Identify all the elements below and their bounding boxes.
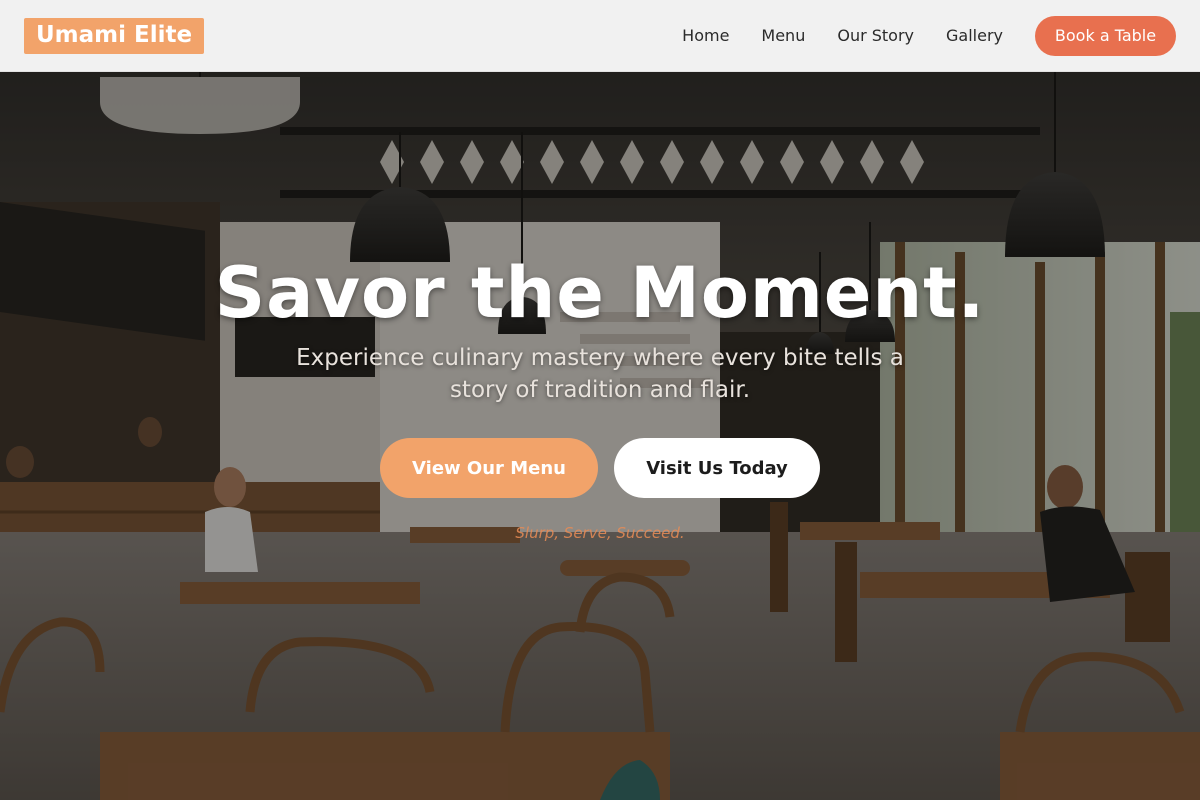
nav-link-our-story[interactable]: Our Story <box>837 26 914 45</box>
brand-logo[interactable]: Umami Elite <box>24 17 205 54</box>
hero-cta-group: View Our Menu Visit Us Today <box>0 438 1200 498</box>
view-menu-button[interactable]: View Our Menu <box>380 438 598 498</box>
main-nav: Home Menu Our Story Gallery Book a Table <box>682 15 1176 56</box>
hero-subtitle: Experience culinary mastery where every … <box>296 345 904 403</box>
book-table-button[interactable]: Book a Table <box>1035 15 1176 56</box>
hero-tagline: Slurp, Serve, Succeed. <box>515 524 685 542</box>
hero-section: Savor the Moment. Experience culinary ma… <box>0 72 1200 800</box>
nav-link-menu[interactable]: Menu <box>761 26 805 45</box>
hero-headline: Savor the Moment. <box>214 252 986 334</box>
nav-link-gallery[interactable]: Gallery <box>946 26 1003 45</box>
visit-us-button[interactable]: Visit Us Today <box>614 438 820 498</box>
site-header: Umami Elite Home Menu Our Story Gallery … <box>0 0 1200 72</box>
nav-link-home[interactable]: Home <box>682 26 729 45</box>
